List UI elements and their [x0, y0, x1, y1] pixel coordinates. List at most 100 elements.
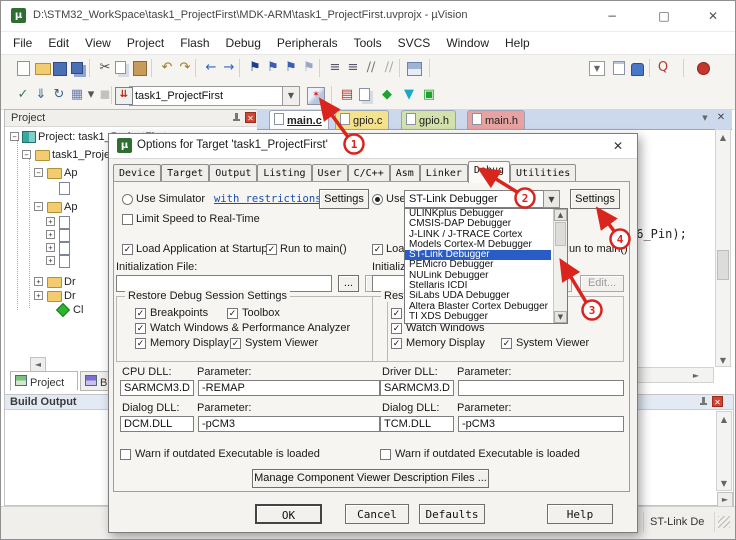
memory-checkbox-right[interactable]: ✓ [391, 338, 402, 349]
limit-speed-checkbox[interactable] [122, 214, 133, 225]
redo-icon[interactable]: ↷ [177, 60, 193, 76]
tab-project[interactable]: Project [10, 371, 78, 391]
dropdown-item-st-link-debugger[interactable]: ST-Link Debugger [405, 250, 551, 261]
dropdown-item-altera-blaster-cortex-debugger[interactable]: Altera Blaster Cortex Debugger [405, 302, 551, 312]
cpu-dll-input[interactable] [120, 380, 194, 396]
close-file-icon[interactable]: ✕ [714, 111, 728, 124]
dialog-param-input-right[interactable] [458, 416, 624, 432]
dropdown-item-pemicro-debugger[interactable]: PEMicro Debugger [405, 260, 551, 270]
scroll-down-icon[interactable]: ▼ [716, 354, 730, 367]
expand-icon[interactable]: + [46, 217, 55, 226]
warn-checkbox-left[interactable] [120, 449, 131, 460]
breakpoints-checkbox-left[interactable]: ✓ [135, 308, 146, 319]
dialog-param-input-left[interactable] [198, 416, 380, 432]
scroll-up-icon[interactable]: ▲ [554, 209, 567, 221]
help-button[interactable]: Help [547, 504, 613, 524]
menu-tools[interactable]: Tools [346, 32, 390, 54]
tab-list-dropdown-icon[interactable]: ▼ [698, 112, 712, 125]
simulator-settings-button[interactable]: Settings [319, 189, 369, 209]
expand-icon[interactable]: + [46, 230, 55, 239]
menu-project[interactable]: Project [119, 32, 172, 54]
debugger-combo-arrow-icon[interactable]: ▼ [543, 190, 560, 208]
build-icon[interactable]: ⇓ [33, 87, 49, 103]
sysviewer-checkbox-right[interactable]: ✓ [501, 338, 512, 349]
menu-debug[interactable]: Debug [218, 32, 269, 54]
scroll-down-icon[interactable]: ▼ [717, 477, 731, 490]
pack-installer-icon[interactable]: ▣ [421, 87, 437, 103]
resize-grip[interactable] [718, 516, 730, 528]
window-list-dropdown-icon[interactable]: ▼ [589, 61, 605, 76]
menu-window[interactable]: Window [438, 32, 497, 54]
collapse-icon[interactable]: − [34, 202, 43, 211]
collapse-icon[interactable]: − [34, 168, 43, 177]
dropdown-item-nulink-debugger[interactable]: NULink Debugger [405, 271, 551, 281]
scroll-up-icon[interactable]: ▲ [716, 131, 730, 144]
comment-selection-icon[interactable]: ∕∕ [363, 60, 379, 76]
scroll-up-icon[interactable]: ▲ [717, 413, 731, 426]
runtime-environment-icon[interactable]: ◆ [379, 87, 395, 103]
defaults-button[interactable]: Defaults [419, 504, 485, 524]
tree-label[interactable]: Ap [64, 201, 77, 213]
manage-cvd-button[interactable]: Manage Component Viewer Description File… [252, 469, 489, 488]
target-select[interactable]: task1_ProjectFirst [129, 86, 288, 106]
open-folder-icon[interactable] [35, 63, 51, 75]
scroll-right-icon[interactable]: ► [689, 369, 703, 382]
build-output-vscrollbar[interactable]: ▲ ▼ [716, 411, 732, 491]
nav-back-icon[interactable]: ← [203, 60, 219, 76]
find-in-files-icon[interactable] [613, 61, 625, 75]
hscroll-left-icon[interactable]: ◄ [30, 357, 46, 372]
options-for-target-wand-icon[interactable]: ✶ [307, 87, 325, 105]
manage-components-icon[interactable]: ▤ [339, 87, 355, 103]
cut-icon[interactable]: ✂ [97, 60, 113, 76]
save-icon[interactable] [53, 62, 67, 76]
dialog-close-icon[interactable]: ✕ [609, 138, 627, 154]
browse-button-left[interactable]: ... [338, 275, 359, 292]
watch-checkbox-right[interactable]: ✓ [391, 323, 402, 334]
nav-forward-icon[interactable]: → [221, 60, 237, 76]
tree-label[interactable]: Cl [73, 304, 83, 316]
configure-tools-icon[interactable] [407, 62, 422, 76]
dropdown-item-models-cortex-m-debugger[interactable]: Models Cortex-M Debugger [405, 240, 551, 250]
use-debugger-radio[interactable] [372, 194, 383, 205]
breakpoints-checkbox-right[interactable]: ✓ [391, 308, 402, 319]
dialog-tab-debug[interactable]: Debug [467, 161, 511, 183]
unindent-icon[interactable]: ≡ [327, 60, 343, 76]
sysviewer-checkbox-left[interactable]: ✓ [230, 338, 241, 349]
translate-icon[interactable]: ✓ [15, 87, 31, 103]
scroll-down-icon[interactable]: ▼ [554, 311, 567, 323]
dropdown-item-cmsis-dap-debugger[interactable]: CMSIS-DAP Debugger [405, 219, 551, 229]
expand-icon[interactable]: + [46, 256, 55, 265]
watch-checkbox-left[interactable]: ✓ [135, 323, 146, 334]
editor-tab-main-h[interactable]: main.h [467, 110, 526, 129]
bookmark-clear-icon[interactable]: ⚑ [301, 60, 317, 76]
with-restrictions-link[interactable]: with restrictions [214, 193, 321, 205]
help-search-icon[interactable]: Q [655, 60, 671, 76]
driver-dll-input[interactable] [380, 380, 454, 396]
menu-flash[interactable]: Flash [172, 32, 217, 54]
indent-icon[interactable]: ≡ [345, 60, 361, 76]
uncomment-selection-icon[interactable]: ∕∕ [381, 60, 397, 76]
menu-svcs[interactable]: SVCS [390, 32, 439, 54]
dropdown-item-silabs-uda-debugger[interactable]: SiLabs UDA Debugger [405, 291, 551, 301]
expand-icon[interactable]: + [34, 277, 43, 286]
driver-param-input[interactable] [458, 380, 624, 396]
dialog-dll-input-left[interactable] [120, 416, 194, 432]
editor-vscrollbar[interactable]: ▲ ▼ [715, 129, 731, 367]
dropdown-item-ti-xds-debugger[interactable]: TI XDS Debugger [405, 312, 551, 322]
bookmark-next-icon[interactable]: ⚑ [283, 60, 299, 76]
minimize-button[interactable]: − [601, 7, 623, 25]
pin-icon[interactable] [232, 113, 241, 122]
editor-tab-main-c[interactable]: main.c [269, 110, 329, 129]
menu-file[interactable]: File [5, 32, 40, 54]
copy-icon[interactable] [115, 61, 126, 74]
debugger-settings-button[interactable]: Settings [570, 189, 620, 209]
paste-icon[interactable] [133, 61, 147, 76]
scroll-thumb[interactable] [555, 222, 566, 246]
dialog-dll-input-right[interactable] [380, 416, 454, 432]
menu-view[interactable]: View [77, 32, 119, 54]
maximize-button[interactable]: □ [653, 7, 675, 25]
dropdown-item-ulinkplus-debugger[interactable]: ULINKplus Debugger [405, 209, 551, 219]
tree-label[interactable]: Ap [64, 167, 77, 179]
menu-edit[interactable]: Edit [40, 32, 77, 54]
bookmark-prev-icon[interactable]: ⚑ [265, 60, 281, 76]
